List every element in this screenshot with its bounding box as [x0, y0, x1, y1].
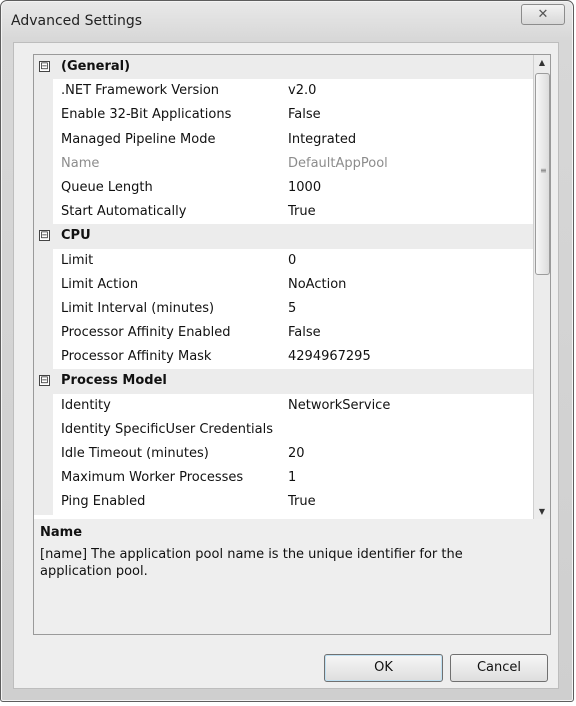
property-row[interactable]: Enable 32-Bit Applications False — [34, 103, 533, 128]
property-name: Queue Length — [61, 179, 153, 195]
property-name: Processor Affinity Mask — [61, 349, 212, 365]
cancel-button[interactable]: Cancel — [450, 654, 548, 682]
vertical-scrollbar[interactable]: ▲ ≡ ▼ — [533, 55, 550, 520]
property-row[interactable]: Identity SpecificUser Credentials — [34, 417, 533, 442]
property-name: Ping Enabled — [61, 494, 146, 510]
row-gutter — [34, 296, 53, 322]
row-gutter — [34, 417, 53, 442]
property-row[interactable]: Processor Affinity Enabled False — [34, 321, 533, 346]
property-value[interactable]: 20 — [288, 442, 305, 466]
property-row[interactable]: Managed Pipeline Mode Integrated — [34, 127, 533, 152]
property-row[interactable]: .NET Framework Version v2.0 — [34, 79, 533, 104]
property-row[interactable]: Name DefaultAppPool — [34, 151, 533, 176]
row-gutter — [34, 248, 53, 273]
property-value[interactable]: True — [288, 200, 316, 224]
property-row[interactable]: Limit Interval (minutes) 5 — [34, 296, 533, 322]
close-button[interactable]: ✕ — [521, 4, 565, 25]
dialog-body: ⊟ (General) .NET Framework Version v2.0 Enab… — [13, 42, 559, 689]
advanced-settings-dialog: Advanced Settings ✕ ⊟ (General) .NET Frame… — [0, 0, 574, 702]
row-gutter — [34, 442, 53, 467]
category-row[interactable]: ⊟ Process Model — [34, 369, 533, 394]
property-value[interactable]: 4294967295 — [288, 345, 371, 369]
property-row[interactable]: Ping Enabled True — [34, 490, 533, 515]
collapse-icon[interactable]: ⊟ — [39, 375, 50, 387]
category-label: Process Model — [61, 373, 167, 389]
category-row[interactable]: ⊟ CPU — [34, 224, 533, 249]
close-icon: ✕ — [537, 7, 549, 22]
description-title: Name — [40, 525, 83, 540]
scrollbar-thumb[interactable]: ≡ — [535, 73, 550, 275]
row-gutter — [34, 321, 53, 346]
property-value: DefaultAppPool — [288, 155, 388, 171]
category-label: (General) — [61, 59, 131, 74]
property-value[interactable]: v2.0 — [288, 79, 316, 103]
property-name: Name — [61, 155, 100, 171]
property-row[interactable]: Processor Affinity Mask 4294967295 — [34, 345, 533, 370]
row-gutter — [34, 127, 53, 152]
property-name: Maximum Worker Processes — [61, 470, 244, 486]
row-gutter — [34, 393, 53, 418]
title-bar[interactable]: Advanced Settings ✕ — [1, 1, 573, 41]
row-gutter — [34, 345, 53, 370]
dialog-title: Advanced Settings — [11, 13, 143, 29]
property-name: Identity — [61, 397, 111, 413]
property-value[interactable]: 1000 — [288, 176, 321, 200]
description-panel: Name [name] The application pool name is… — [33, 519, 551, 635]
ok-button[interactable]: OK — [324, 654, 443, 682]
property-row[interactable]: Limit Action NoAction — [34, 272, 533, 297]
row-gutter — [34, 103, 53, 128]
row-gutter — [34, 490, 53, 515]
property-value[interactable]: 0 — [288, 249, 296, 273]
row-gutter — [34, 79, 53, 104]
property-name: Processor Affinity Enabled — [61, 325, 231, 341]
property-rows: ⊟ (General) .NET Framework Version v2.0 Enab… — [34, 55, 533, 515]
property-value[interactable]: 5 — [288, 297, 296, 321]
property-name: .NET Framework Version — [61, 83, 220, 99]
row-gutter — [34, 466, 53, 491]
row-gutter — [34, 151, 53, 176]
property-value[interactable]: Integrated — [288, 128, 356, 152]
collapse-icon[interactable]: ⊟ — [39, 61, 50, 72]
property-name: Limit — [61, 252, 94, 268]
description-text: [name] The application pool name is the … — [40, 547, 463, 579]
scroll-up-icon[interactable]: ▲ — [534, 55, 550, 71]
scroll-down-icon[interactable]: ▼ — [534, 504, 550, 520]
property-name: Start Automatically — [61, 204, 187, 220]
property-row[interactable]: Limit 0 — [34, 248, 533, 273]
collapse-icon[interactable]: ⊟ — [39, 230, 50, 242]
property-name: Idle Timeout (minutes) — [61, 446, 209, 461]
property-row[interactable]: Maximum Worker Processes 1 — [34, 466, 533, 491]
category-row[interactable]: ⊟ (General) — [34, 55, 533, 80]
property-name: Limit Action — [61, 276, 139, 292]
property-value[interactable]: False — [288, 321, 321, 345]
row-gutter — [34, 272, 53, 297]
row-gutter — [34, 200, 53, 225]
scrollbar-grip-icon: ≡ — [540, 166, 547, 175]
property-row[interactable]: Identity NetworkService — [34, 393, 533, 418]
property-row[interactable]: Idle Timeout (minutes) 20 — [34, 442, 533, 467]
property-name: Enable 32-Bit Applications — [61, 107, 232, 123]
category-label: CPU — [61, 228, 91, 244]
property-value[interactable]: True — [288, 490, 316, 514]
property-name: Identity SpecificUser Credentials — [61, 421, 273, 437]
row-gutter — [34, 175, 53, 201]
property-name: Managed Pipeline Mode — [61, 131, 216, 147]
property-row[interactable]: Queue Length 1000 — [34, 175, 533, 201]
property-value[interactable]: False — [288, 103, 321, 127]
property-row[interactable]: Start Automatically True — [34, 200, 533, 225]
property-value[interactable]: NetworkService — [288, 394, 390, 418]
property-value[interactable]: 1 — [288, 466, 296, 490]
property-grid[interactable]: ⊟ (General) .NET Framework Version v2.0 Enab… — [33, 54, 551, 521]
property-value[interactable]: NoAction — [288, 273, 346, 297]
property-name: Limit Interval (minutes) — [61, 300, 215, 316]
